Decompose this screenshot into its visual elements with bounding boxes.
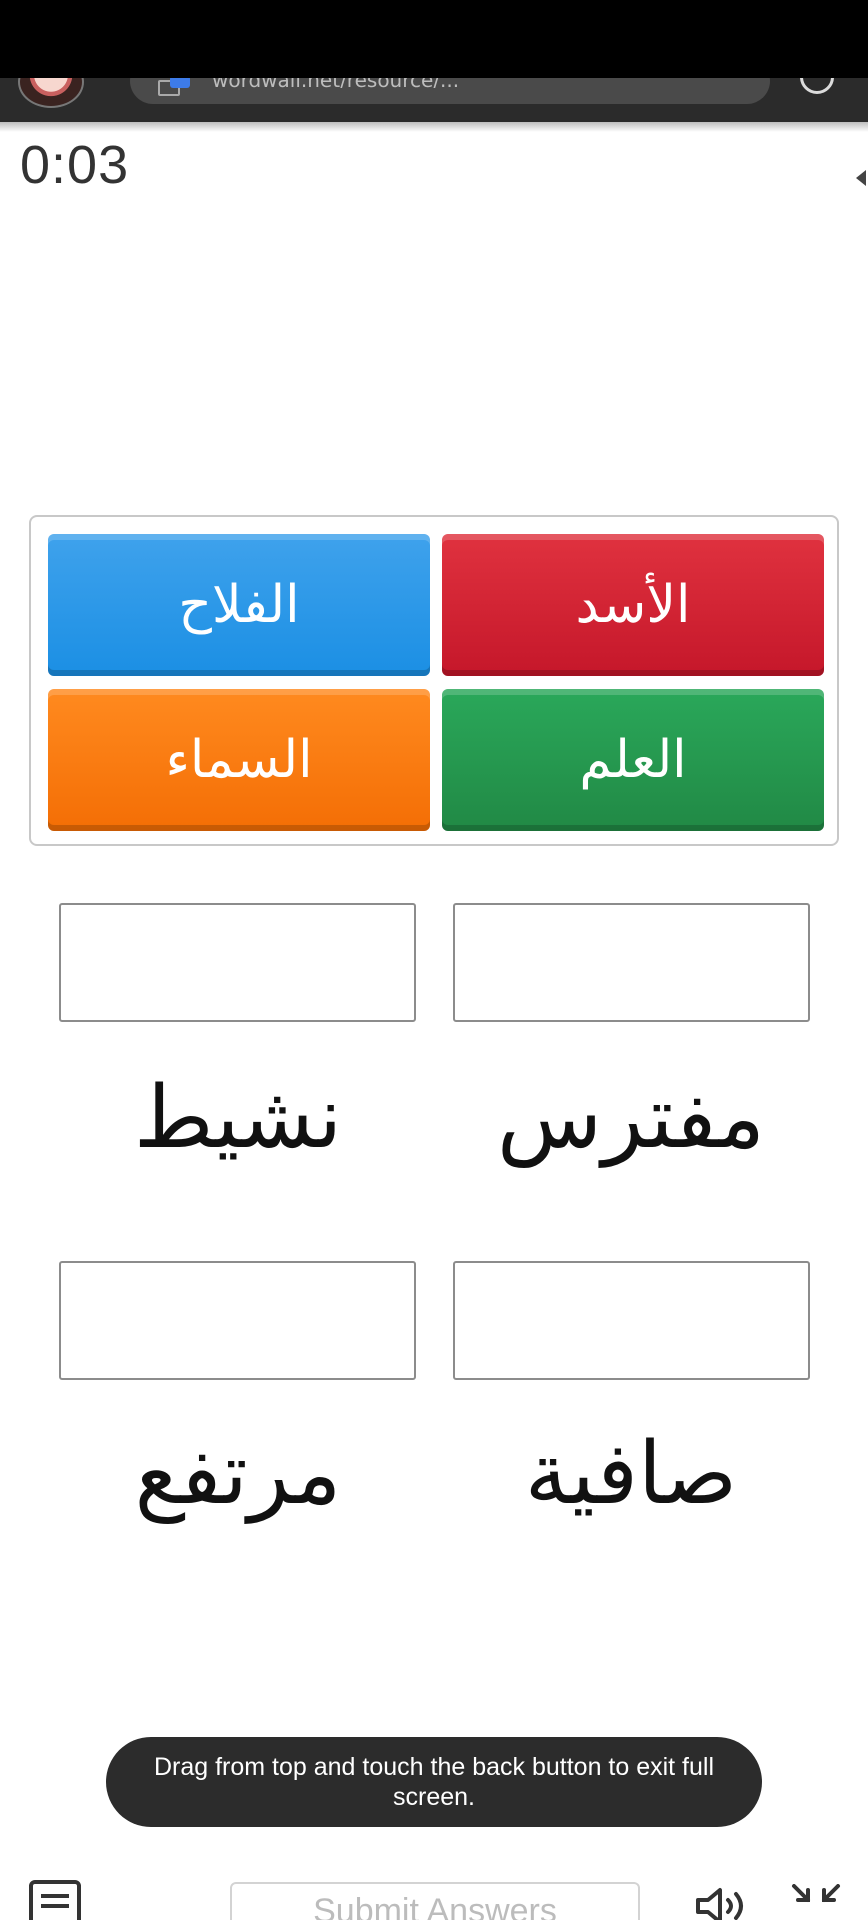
fullscreen-toast: Drag from top and touch the back button … — [106, 1737, 762, 1827]
exit-fullscreen-icon[interactable] — [790, 1884, 842, 1920]
submit-answers-button[interactable]: Submit Answers — [230, 1882, 640, 1920]
prompt-word: مفترس — [497, 1068, 765, 1168]
chevron-left-icon[interactable] — [856, 170, 866, 186]
browser-toolbar: wordwall.net/resource/... — [0, 78, 868, 122]
toolbar-shadow — [0, 122, 868, 132]
answer-options-panel: الفلاح الأسد السماء العلم — [29, 515, 839, 846]
option-tile[interactable]: الفلاح — [48, 534, 430, 676]
prompt-word: صافية — [524, 1424, 738, 1524]
address-bar[interactable]: wordwall.net/resource/... — [130, 78, 770, 104]
drop-zone[interactable] — [453, 1261, 810, 1380]
refresh-icon[interactable] — [800, 78, 834, 94]
option-tile[interactable]: الأسد — [442, 534, 824, 676]
status-bar — [0, 0, 868, 78]
drop-zone[interactable] — [453, 903, 810, 1022]
prompt-word: مرتفع — [134, 1424, 342, 1524]
timer: 0:03 — [20, 135, 130, 195]
screen: wordwall.net/resource/... 0:03 الفلاح ال… — [0, 0, 868, 1920]
url-text: wordwall.net/resource/... — [212, 78, 732, 88]
menu-icon[interactable] — [29, 1880, 81, 1920]
tab-icon — [158, 78, 190, 96]
option-tile[interactable]: العلم — [442, 689, 824, 831]
speaker-icon[interactable] — [694, 1886, 754, 1920]
drop-zone[interactable] — [59, 903, 416, 1022]
user-avatar-icon[interactable] — [18, 78, 84, 108]
option-tile[interactable]: السماء — [48, 689, 430, 831]
drop-zone[interactable] — [59, 1261, 416, 1380]
prompt-word: نشيط — [133, 1068, 343, 1168]
